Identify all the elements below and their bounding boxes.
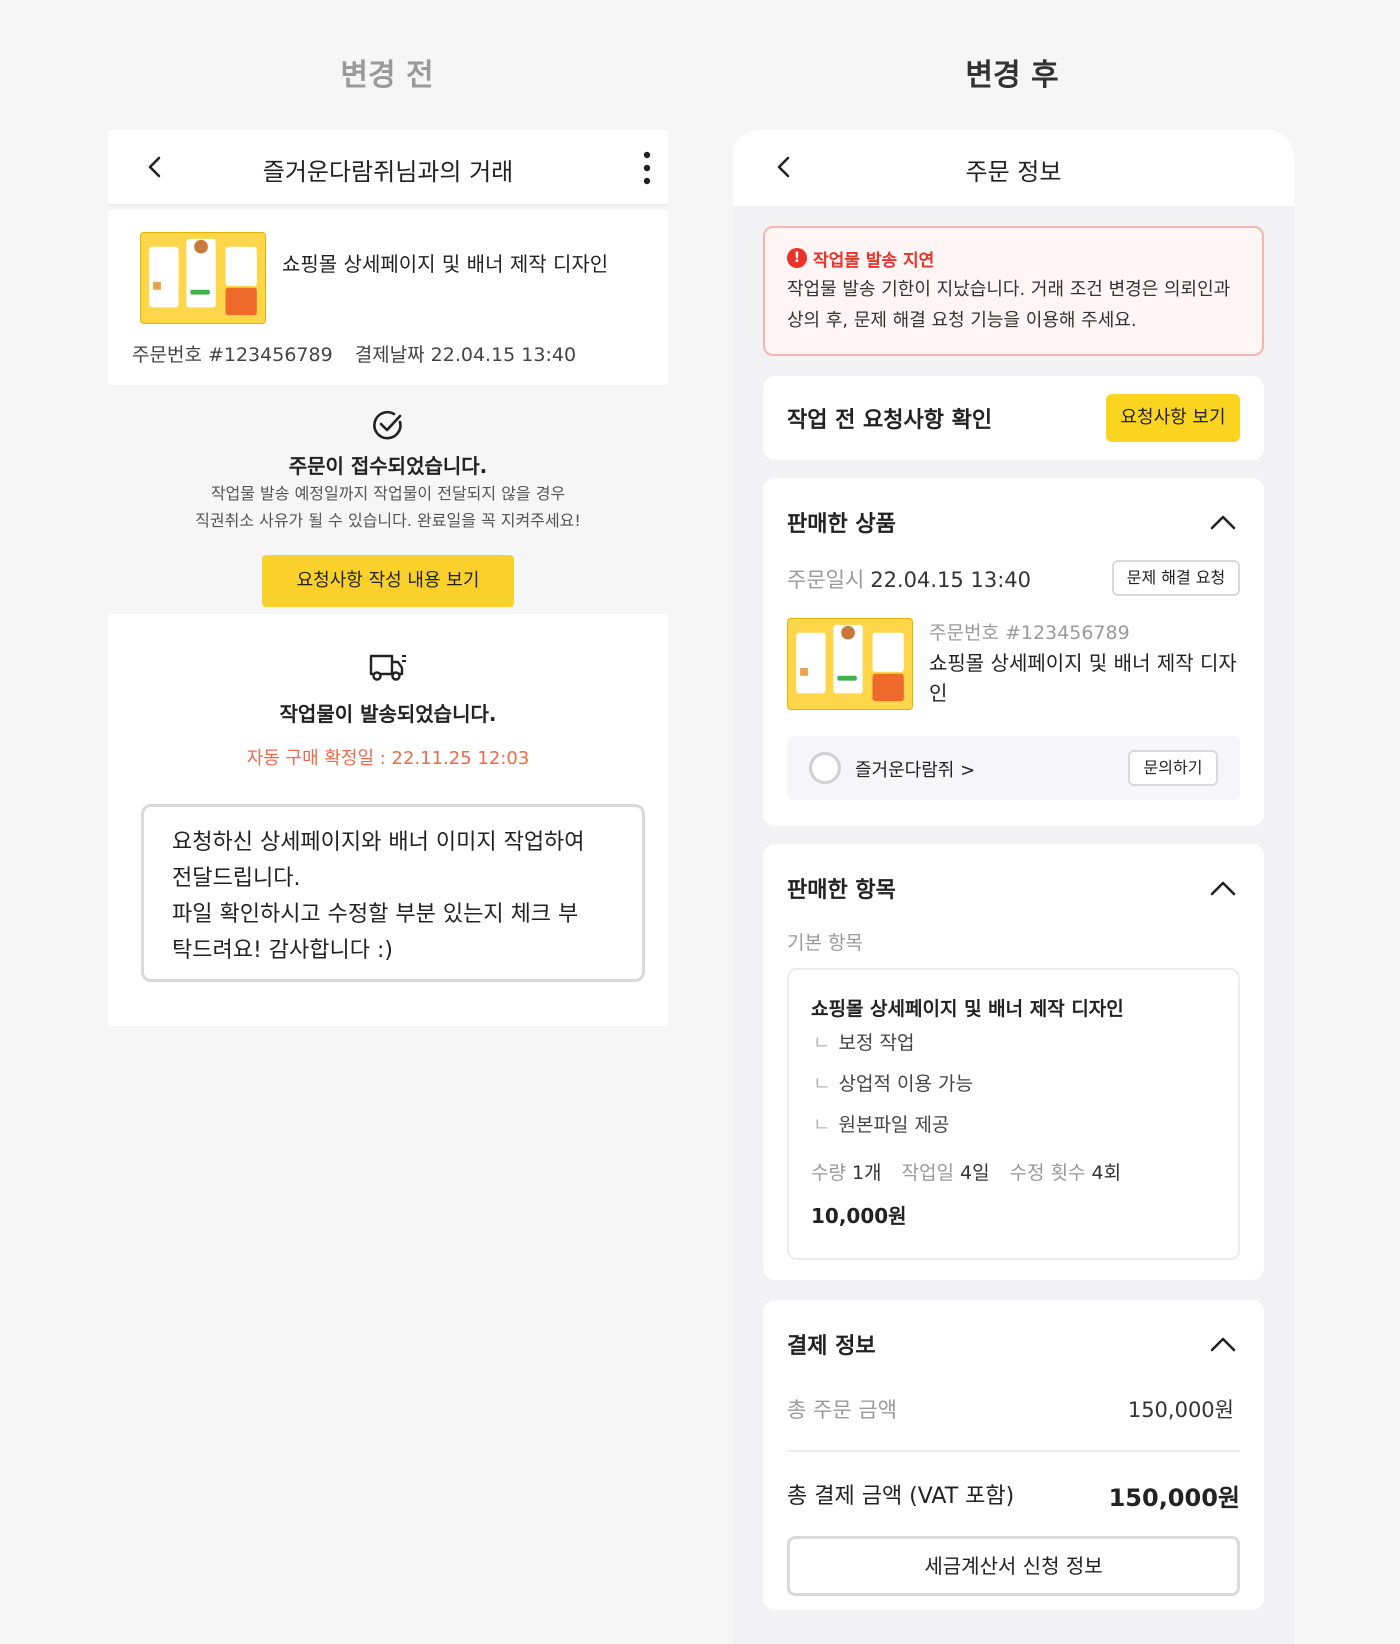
product-card: 쇼핑몰 상세페이지 및 배너 제작 디자인 주문번호 #123456789 결제날…	[108, 210, 668, 385]
tax-invoice-button[interactable]: 세금계산서 신청 정보	[787, 1536, 1240, 1596]
product-thumbnail	[140, 232, 266, 324]
payment-card: 결제 정보 총 주문 금액 150,000원 총 결제 금액 (VAT 포함) …	[763, 1300, 1264, 1610]
qty-label: 수량	[811, 1162, 846, 1184]
back-icon[interactable]	[144, 156, 166, 178]
seller-row: 즐거운다람쥐 > 문의하기	[787, 736, 1240, 800]
order-date-label: 주문일시	[787, 568, 865, 592]
seller-name-link[interactable]: 즐거운다람쥐 >	[855, 756, 975, 782]
revisions-value: 4회	[1091, 1162, 1122, 1184]
delay-alert: ! 작업물 발송 지연 작업물 발송 기한이 지났습니다. 거래 조건 변경은 …	[763, 226, 1264, 356]
seller-message: 요청하신 상세페이지와 배너 이미지 작업하여 전달드립니다. 파일 확인하시고…	[141, 804, 645, 982]
alert-text: 작업물 발송 기한이 지났습니다. 거래 조건 변경은 의뢰인과 상의 후, 문…	[787, 279, 1231, 331]
option-mark: ㄴ	[813, 1114, 831, 1136]
sold-product-card: 판매한 상품 주문일시 22.04.15 13:40 문제 해결 요청 주문번호 …	[763, 478, 1264, 826]
product-name: 쇼핑몰 상세페이지 및 배너 제작 디자인	[929, 651, 1237, 705]
header: 즐거운다람쥐님과의 거래	[108, 130, 668, 206]
page-title: 주문 정보	[965, 158, 1062, 186]
section-title: 판매한 상품	[787, 512, 896, 537]
option-label: 상업적 이용 가능	[838, 1073, 973, 1095]
item-box: 쇼핑몰 상세페이지 및 배너 제작 디자인 ㄴ 보정 작업 ㄴ 상업적 이용 가능 …	[787, 968, 1240, 1260]
page-title: 즐거운다람쥐님과의 거래	[262, 158, 514, 186]
order-meta: 주문번호 #123456789 결제날짜 22.04.15 13:40	[132, 340, 576, 367]
shipped-title: 작업물이 발송되었습니다.	[279, 702, 497, 726]
order-received-title: 주문이 접수되었습니다.	[288, 454, 488, 478]
request-card-title: 작업 전 요청사항 확인	[787, 408, 993, 433]
option-item: ㄴ 원본파일 제공	[813, 1110, 949, 1137]
header: 주문 정보	[733, 130, 1294, 206]
item-name: 쇼핑몰 상세페이지 및 배너 제작 디자인	[811, 998, 1124, 1020]
before-screen: 즐거운다람쥐님과의 거래 쇼핑몰 상세페이지 및 배너 제작 디자인 주문번호 …	[108, 130, 668, 1026]
option-mark: ㄴ	[813, 1073, 831, 1095]
qty-value: 1개	[851, 1162, 882, 1184]
check-circle-icon	[373, 410, 402, 440]
shipment-card: 작업물이 발송되었습니다. 자동 구매 확정일 : 22.11.25 12:03…	[108, 614, 668, 1026]
request-card: 작업 전 요청사항 확인 요청사항 보기	[763, 376, 1264, 460]
desc-line-1: 작업물 발송 예정일까지 작업물이 전달되지 않을 경우	[210, 484, 566, 503]
sold-items-card: 판매한 항목 기본 항목 쇼핑몰 상세페이지 및 배너 제작 디자인 ㄴ 보정 작…	[763, 844, 1264, 1280]
total-pay-value: 150,000원	[1108, 1484, 1240, 1512]
section-title: 결제 정보	[787, 1334, 876, 1359]
section-title: 판매한 항목	[787, 878, 896, 903]
desc-line-2: 직권취소 사유가 될 수 있습니다. 완료일을 꼭 지켜주세요!	[195, 511, 581, 530]
auto-confirm-date: 자동 구매 확정일 : 22.11.25 12:03	[246, 748, 530, 769]
issue-resolution-button[interactable]: 문제 해결 요청	[1112, 560, 1240, 596]
chevron-up-icon[interactable]	[1210, 514, 1236, 530]
truck-icon	[369, 654, 406, 681]
revisions-label: 수정 횟수	[1009, 1162, 1086, 1184]
before-title: 변경 전	[340, 58, 434, 93]
item-meta: 수량 1개 작업일 4일 수정 횟수 4회	[811, 1158, 1141, 1185]
order-date-value: 22.04.15 13:40	[870, 568, 1031, 592]
chevron-up-icon[interactable]	[1210, 880, 1236, 896]
product-order-number: 주문번호 #123456789	[929, 622, 1130, 644]
order-number: 주문번호 #123456789	[132, 344, 333, 366]
divider	[787, 1450, 1240, 1452]
warning-icon: !	[787, 248, 807, 268]
after-screen: 주문 정보 ! 작업물 발송 지연 작업물 발송 기한이 지났습니다. 거래 조…	[733, 130, 1294, 1644]
total-pay-label: 총 결제 금액 (VAT 포함)	[787, 1484, 1015, 1509]
total-order-row: 총 주문 금액 150,000원	[787, 1394, 1234, 1424]
product-thumbnail	[787, 618, 913, 710]
inquiry-button[interactable]: 문의하기	[1128, 750, 1218, 786]
order-date: 주문일시 22.04.15 13:40	[787, 564, 1031, 594]
option-mark: ㄴ	[813, 1032, 831, 1054]
option-label: 보정 작업	[838, 1032, 915, 1054]
days-value: 4일	[960, 1162, 990, 1184]
view-request-button[interactable]: 요청사항 작성 내용 보기	[262, 555, 514, 607]
product-name: 쇼핑몰 상세페이지 및 배너 제작 디자인	[282, 252, 609, 276]
total-order-value: 150,000원	[1127, 1398, 1234, 1422]
more-icon[interactable]	[642, 150, 652, 186]
payment-date: 결제날짜 22.04.15 13:40	[354, 344, 577, 366]
total-order-label: 총 주문 금액	[787, 1398, 897, 1422]
after-title: 변경 후	[965, 58, 1059, 93]
basic-items-label: 기본 항목	[787, 932, 863, 954]
alert-title: 작업물 발송 지연	[813, 251, 935, 271]
order-received-desc: 작업물 발송 예정일까지 작업물이 전달되지 않을 경우 직권취소 사유가 될 …	[108, 480, 668, 534]
total-pay-row: 총 결제 금액 (VAT 포함) 150,000원	[787, 1478, 1240, 1512]
avatar	[809, 752, 841, 784]
option-item: ㄴ 보정 작업	[813, 1028, 914, 1055]
item-price: 10,000원	[811, 1204, 907, 1228]
view-request-button[interactable]: 요청사항 보기	[1106, 394, 1240, 442]
option-item: ㄴ 상업적 이용 가능	[813, 1069, 973, 1096]
days-label: 작업일	[901, 1162, 954, 1184]
option-label: 원본파일 제공	[838, 1114, 950, 1136]
chevron-up-icon[interactable]	[1210, 1336, 1236, 1352]
